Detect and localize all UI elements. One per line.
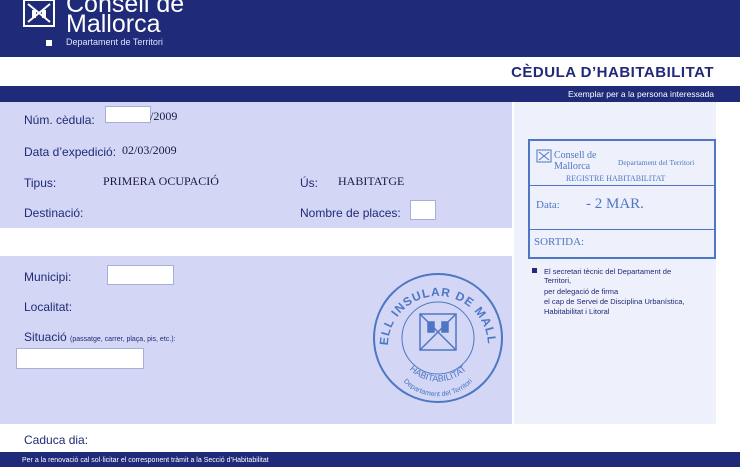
localitat-label: Localitat:: [24, 300, 73, 314]
num-cedula-field[interactable]: [105, 106, 151, 123]
stamp-logo-icon: [536, 149, 552, 163]
municipi-label: Municipi:: [24, 270, 72, 284]
situacio-hint: (passatge, carrer, plaça, pis, etc.):: [70, 336, 176, 343]
seal-inner-ring: [401, 301, 475, 375]
bullet-square-icon: [532, 268, 537, 273]
tipus-label: Tipus:: [24, 176, 57, 190]
signature-line: Territori,: [544, 276, 572, 285]
footer-note: Per a la renovació cal sol·licitar el co…: [22, 457, 269, 464]
document-title: CÈDULA D’HABITABILITAT: [511, 64, 714, 81]
copy-note: Exemplar per a la persona interessada: [568, 89, 714, 99]
data-expedicio-label: Data d’expedició:: [24, 145, 117, 159]
brand-line-2: Mallorca: [66, 10, 161, 38]
consell-logo-icon: [23, 0, 55, 27]
num-cedula-label: Núm. cèdula:: [24, 113, 95, 127]
municipi-field[interactable]: [107, 265, 174, 285]
stamp-dept: Departament del Territori: [618, 158, 695, 167]
signature-line: El secretari tècnic del Departament de: [544, 267, 672, 276]
data-expedicio-value: 02/03/2009: [122, 143, 177, 157]
situacio-label: Situació (passatge, carrer, plaça, pis, …: [24, 330, 176, 344]
num-cedula-year: /2009: [150, 109, 178, 123]
stamp-divider: [530, 185, 714, 186]
destinacio-label: Destinació:: [24, 206, 84, 220]
nombre-places-field[interactable]: [410, 200, 436, 220]
seal-crest-icon: [419, 313, 457, 351]
tipus-value: PRIMERA OCUPACIÓ: [103, 174, 219, 188]
stamp-divider: [530, 229, 714, 230]
official-seal: CONSELL INSULAR DE MALLORCA HABITABILITA…: [370, 270, 503, 403]
stamp-data-value: - 2 MAR.: [586, 196, 644, 212]
stamp-org-line1: Consell de: [554, 150, 597, 161]
nombre-places-label: Nombre de places:: [300, 206, 401, 220]
caduca-label: Caduca dia:: [24, 433, 89, 447]
signature-line: el cap de Servei de Disciplina Urbanísti…: [544, 297, 685, 306]
stamp-org-line2: Mallorca: [554, 161, 591, 172]
signature-line: Habitabilitat i Litoral: [544, 307, 610, 316]
registry-stamp: Consell de Mallorca Departament del Terr…: [528, 139, 716, 259]
stamp-sortida-label: SORTIDA:: [534, 236, 585, 248]
svg-text:HABITABILITAT: HABITABILITAT: [408, 363, 469, 383]
stamp-registry: REGISTRE HABITABILITAT: [566, 174, 666, 183]
department-label: Departament de Territori: [66, 37, 163, 47]
us-value: HABITATGE: [338, 174, 405, 188]
situacio-field[interactable]: [16, 348, 144, 369]
us-label: Ús:: [300, 176, 318, 190]
bullet-square-icon: [46, 40, 52, 46]
stamp-data-label: Data:: [536, 199, 560, 211]
seal-inner-text: HABITABILITAT: [408, 363, 469, 383]
signature-line: per delegació de firma: [544, 287, 619, 296]
